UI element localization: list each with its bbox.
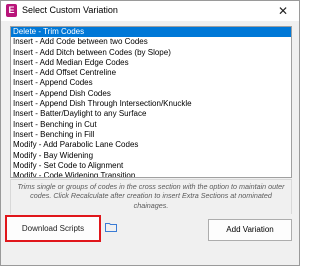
variation-list-item[interactable]: Insert - Benching in Fill — [11, 130, 291, 140]
variation-list-item[interactable]: Insert - Append Dish Codes — [11, 89, 291, 99]
variation-description: Trims single or groups of codes in the c… — [10, 179, 292, 217]
variation-list-item[interactable]: Modify - Set Code to Alignment — [11, 161, 291, 171]
app-logo-icon: E — [6, 4, 17, 17]
variation-list-item[interactable]: Insert - Batter/Daylight to any Surface — [11, 109, 291, 119]
variation-list-item[interactable]: Insert - Append Dish Through Intersectio… — [11, 99, 291, 109]
variation-list-item[interactable]: Insert - Append Codes — [11, 78, 291, 88]
button-bar: Download Scripts Add Variation — [1, 214, 299, 265]
variation-list-item[interactable]: Modify - Code Widening Transition — [11, 171, 291, 177]
folder-icon[interactable] — [105, 222, 117, 232]
add-variation-button[interactable]: Add Variation — [208, 219, 292, 241]
variation-list-item[interactable]: Insert - Add Offset Centreline — [11, 68, 291, 78]
variation-listbox[interactable]: Delete - Trim Codes Insert - Add Code bet… — [10, 26, 292, 178]
close-icon[interactable]: ✕ — [267, 1, 299, 21]
variation-list-item[interactable]: Insert - Add Median Edge Codes — [11, 58, 291, 68]
variation-list-item[interactable]: Modify - Add Parabolic Lane Codes — [11, 140, 291, 150]
download-scripts-button[interactable]: Download Scripts — [5, 215, 101, 242]
variation-list-item[interactable]: Insert - Add Code between two Codes — [11, 37, 291, 47]
variation-list-item[interactable]: Modify - Bay Widening — [11, 151, 291, 161]
variation-list-item[interactable]: Insert - Benching in Cut — [11, 120, 291, 130]
variation-list-item[interactable]: Insert - Add Ditch between Codes (by Slo… — [11, 48, 291, 58]
variation-list-item[interactable]: Delete - Trim Codes — [11, 27, 291, 38]
window-title: Select Custom Variation — [22, 5, 118, 15]
title-bar: E Select Custom Variation ✕ — [1, 1, 299, 21]
select-custom-variation-dialog: E Select Custom Variation ✕ Delete - Tri… — [0, 0, 300, 266]
